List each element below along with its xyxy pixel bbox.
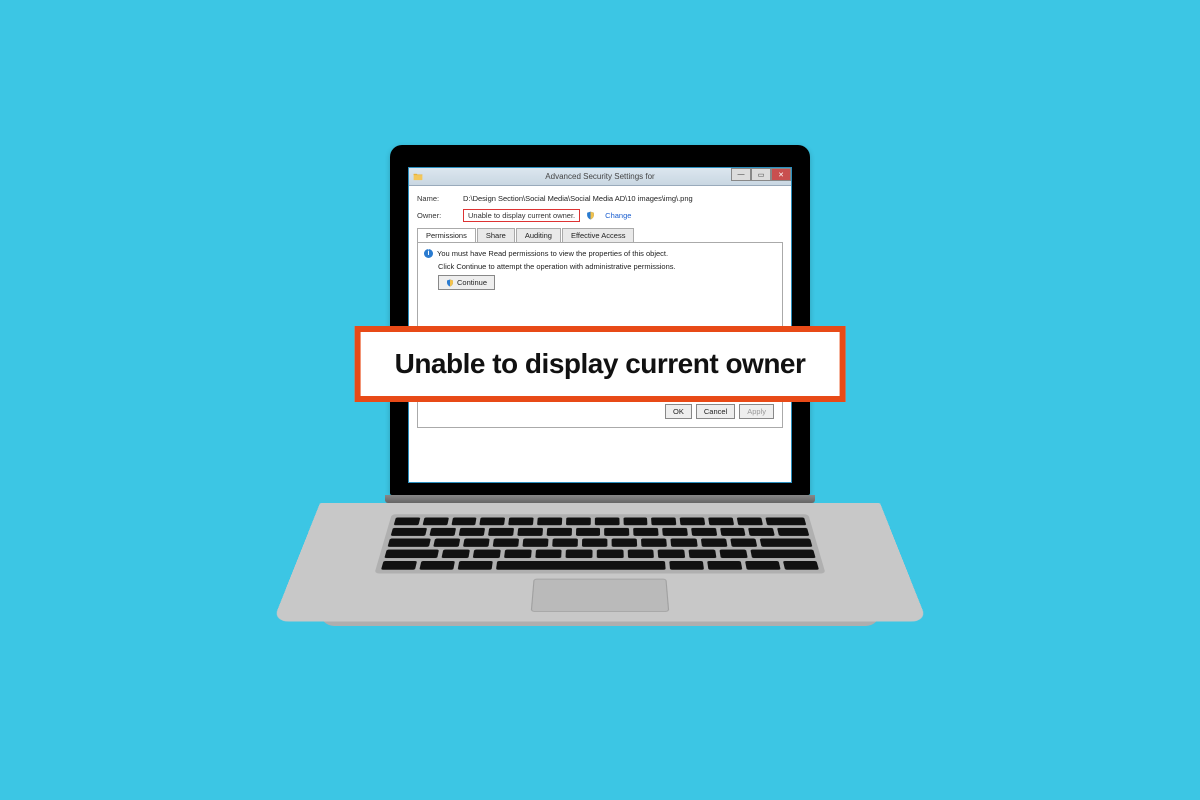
continue-button-label: Continue	[457, 278, 487, 287]
tab-permissions[interactable]: Permissions	[417, 228, 476, 242]
shield-icon	[446, 279, 454, 287]
minimize-button[interactable]: —	[731, 168, 751, 181]
owner-row: Owner: Unable to display current owner. …	[417, 209, 783, 222]
apply-button[interactable]: Apply	[739, 404, 774, 419]
continue-button[interactable]: Continue	[438, 275, 495, 290]
shield-icon	[586, 211, 595, 220]
titlebar: Advanced Security Settings for — ▭ ✕	[409, 168, 791, 186]
name-row: Name: D:\Design Section\Social Media\Soc…	[417, 194, 783, 203]
screen: Advanced Security Settings for — ▭ ✕ Nam…	[408, 167, 792, 483]
maximize-button[interactable]: ▭	[751, 168, 771, 181]
owner-label: Owner:	[417, 211, 457, 220]
info-line: i You must have Read permissions to view…	[424, 249, 776, 258]
laptop-hinge	[385, 495, 815, 503]
tab-auditing[interactable]: Auditing	[516, 228, 561, 242]
name-value: D:\Design Section\Social Media\Social Me…	[463, 194, 693, 203]
tabs: Permissions Share Auditing Effective Acc…	[417, 228, 783, 243]
change-owner-link[interactable]: Change	[605, 211, 631, 220]
keyboard	[374, 514, 825, 573]
close-button[interactable]: ✕	[771, 168, 791, 181]
info-text: You must have Read permissions to view t…	[437, 249, 668, 258]
touchpad	[531, 579, 670, 612]
continue-text: Click Continue to attempt the operation …	[438, 262, 776, 271]
window-title: Advanced Security Settings for	[545, 172, 654, 181]
error-banner-text: Unable to display current owner	[395, 348, 806, 379]
error-banner: Unable to display current owner	[355, 326, 846, 402]
folder-icon	[413, 172, 423, 182]
tab-share[interactable]: Share	[477, 228, 515, 242]
name-label: Name:	[417, 194, 457, 203]
dialog-buttons: OK Cancel Apply	[665, 404, 774, 419]
ok-button[interactable]: OK	[665, 404, 692, 419]
tab-effective-access[interactable]: Effective Access	[562, 228, 634, 242]
laptop-base	[273, 503, 928, 622]
screen-bezel: Advanced Security Settings for — ▭ ✕ Nam…	[390, 145, 810, 495]
window-controls: — ▭ ✕	[731, 168, 791, 181]
info-icon: i	[424, 249, 433, 258]
owner-value: Unable to display current owner.	[463, 209, 580, 222]
cancel-button[interactable]: Cancel	[696, 404, 735, 419]
